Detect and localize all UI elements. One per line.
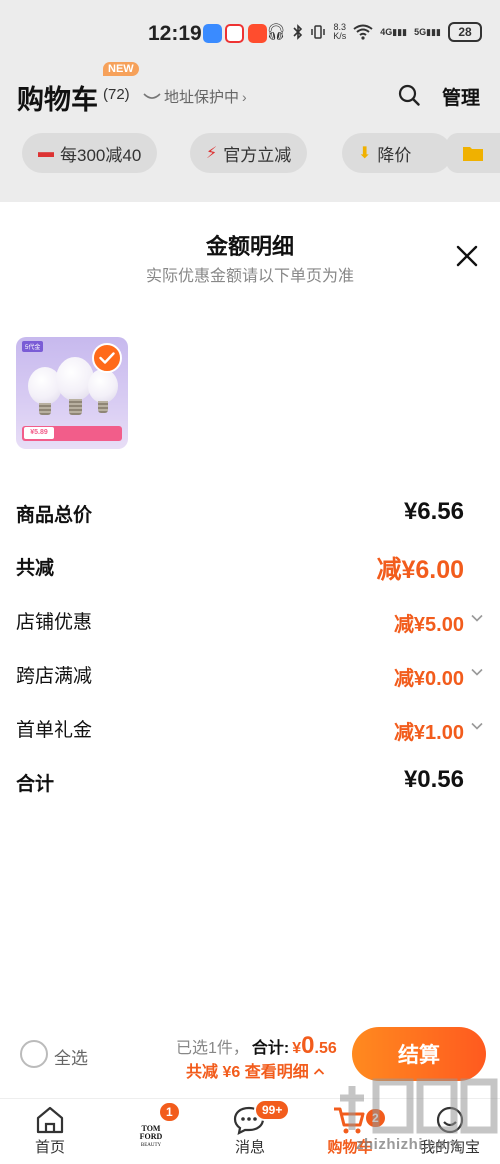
status-time: 12:19 — [148, 22, 202, 45]
coupon-icon: ▬ — [38, 144, 54, 161]
sheet-subtitle: 实际优惠金额请以下单页为准 — [145, 268, 354, 285]
app-icon-red — [248, 24, 267, 43]
chip-folder[interactable] — [446, 133, 500, 173]
chip-price-drop[interactable]: ⬇︎ 降价 — [342, 133, 452, 173]
row-value: ¥0.56 — [403, 766, 464, 793]
nav-label: 首页 — [34, 1139, 65, 1156]
chevron-up-icon — [314, 1068, 325, 1075]
address-protect-link[interactable]: 地址保护中 › — [143, 86, 247, 107]
total-label: 合计: — [251, 1040, 290, 1057]
bulb-image — [88, 369, 118, 403]
row-value: 减¥6.00 — [376, 556, 464, 584]
net-speed: 8.3 K/s — [333, 22, 347, 41]
battery-icon: 28 — [448, 22, 482, 42]
nav-messages[interactable]: 99+ 消息 — [200, 1099, 300, 1164]
folder-icon — [463, 147, 483, 161]
address-protect-label: 地址保护中 — [164, 89, 240, 106]
status-indicators: 🎧︎ 8.3 K/s 4G▮▮▮ 5G▮▮▮ 28 — [266, 22, 482, 42]
checkout-bar: 全选 已选1件， 合计: ¥0.56 共减 ¥6 查看明细 结算 — [0, 1020, 500, 1098]
total-amount: ¥0.56 — [292, 1032, 337, 1059]
chevron-down-icon[interactable] — [470, 665, 484, 679]
vibrate-icon — [311, 25, 325, 39]
view-detail-link[interactable]: 共减 ¥6 查看明细 — [186, 1058, 325, 1082]
status-bar: 12:19 🎧︎ 8.3 K/s 4G▮▮▮ 5G▮▮▮ 28 — [0, 0, 500, 66]
chevron-down-icon[interactable] — [470, 719, 484, 733]
bulb-base — [98, 401, 108, 413]
home-icon — [36, 1106, 64, 1134]
app-icon-red-white — [225, 24, 244, 43]
bluetooth-icon — [293, 24, 303, 40]
row-first-order-gift[interactable]: 首单礼金 减¥1.00 — [0, 710, 500, 750]
headphones-icon: 🎧︎ — [265, 24, 287, 41]
app-icon-blue — [203, 24, 222, 43]
row-label: 店铺优惠 — [16, 612, 93, 633]
nav-home[interactable]: 首页 — [0, 1099, 100, 1164]
signal-4g-icon: 4G▮▮▮ — [380, 26, 408, 37]
row-value: 减¥1.00 — [393, 722, 464, 744]
thumb-price: ¥5.89 — [24, 427, 54, 439]
row-value: ¥6.56 — [403, 498, 464, 525]
row-label: 商品总价 — [16, 505, 93, 526]
lightning-icon: ⚡︎ — [206, 145, 218, 162]
chip-label: 降价 — [377, 145, 412, 165]
new-badge: NEW — [103, 62, 139, 76]
row-value: 减¥0.00 — [393, 668, 464, 690]
thumb-price-banner: ¥5.89 — [22, 426, 122, 441]
discount-summary: 共减 ¥6 查看明细 — [186, 1064, 309, 1081]
row-goods-total: 商品总价 ¥6.56 — [0, 494, 500, 534]
chip-label: 官方立减 — [223, 145, 292, 165]
cart-badge: 2 — [364, 1107, 387, 1129]
cart-icon — [334, 1107, 365, 1134]
select-all-label[interactable]: 全选 — [54, 1044, 88, 1069]
price-drop-icon: ⬇︎ — [358, 145, 372, 162]
chip-coupon[interactable]: ▬ 每300减40 — [22, 133, 158, 173]
profile-icon — [436, 1106, 464, 1134]
cart-item-count: (72) — [103, 86, 130, 103]
search-icon[interactable] — [398, 84, 420, 106]
nav-mine[interactable]: 我的淘宝 — [400, 1099, 500, 1164]
row-label: 跨店满减 — [16, 666, 93, 687]
messages-badge: 99+ — [254, 1099, 291, 1121]
row-shop-discount[interactable]: 店铺优惠 减¥5.00 — [0, 602, 500, 642]
promo-chip-row: ▬ 每300减40 ⚡︎ 官方立减 ⬇︎ 降价 — [0, 124, 500, 202]
thumb-tag: 5代金 — [22, 341, 44, 352]
select-all-checkbox[interactable] — [20, 1040, 48, 1068]
row-grand-total: 合计 ¥0.56 — [0, 764, 500, 804]
row-label: 共减 — [16, 558, 55, 579]
wifi-icon — [353, 24, 373, 40]
nav-brand[interactable]: TOM FORD BEAUTY 1 — [100, 1099, 200, 1164]
chip-official-discount[interactable]: ⚡︎ 官方立减 — [190, 133, 308, 173]
nav-cart[interactable]: 2 购物车 — [300, 1099, 400, 1164]
chip-label: 每300减40 — [60, 145, 142, 165]
bottom-nav: 首页 TOM FORD BEAUTY 1 99+ 消息 2 购物车 我的淘宝 — [0, 1098, 500, 1164]
sheet-title: 金额明细 — [205, 234, 294, 259]
row-cross-shop-discount[interactable]: 跨店满减 减¥0.00 — [0, 656, 500, 696]
row-label: 合计 — [16, 774, 55, 795]
selected-count: 已选1件， — [176, 1040, 249, 1057]
nav-label: 消息 — [234, 1139, 265, 1156]
brand-logo: TOM FORD BEAUTY — [139, 1124, 163, 1149]
signal-5g-icon: 5G▮▮▮ — [414, 26, 441, 37]
page-title: 购物车 — [17, 85, 98, 115]
cart-header: 购物车 NEW (72) 地址保护中 › 管理 — [0, 62, 500, 124]
row-label: 首单礼金 — [16, 720, 93, 741]
bulb-base — [39, 403, 51, 415]
selected-check-icon[interactable] — [92, 343, 122, 373]
watermark-text: zhizhizhi.com — [356, 1136, 460, 1153]
brand-badge: 1 — [158, 1101, 181, 1123]
checkout-button[interactable]: 结算 — [352, 1027, 486, 1081]
chevron-right-icon: › — [242, 88, 247, 105]
amount-detail-sheet: 金额明细 实际优惠金额请以下单页为准 5代金 ¥5.89 商品总价 ¥6.56 … — [0, 202, 500, 1020]
close-icon[interactable] — [454, 243, 480, 269]
selected-summary: 已选1件， 合计: ¥0.56 — [176, 1032, 337, 1060]
row-value: 减¥5.00 — [393, 614, 464, 636]
shield-icon — [143, 92, 161, 99]
bulb-base — [69, 399, 82, 415]
manage-button[interactable]: 管理 — [442, 83, 480, 110]
chevron-down-icon[interactable] — [470, 611, 484, 625]
row-total-discount: 共减 减¥6.00 — [0, 548, 500, 588]
